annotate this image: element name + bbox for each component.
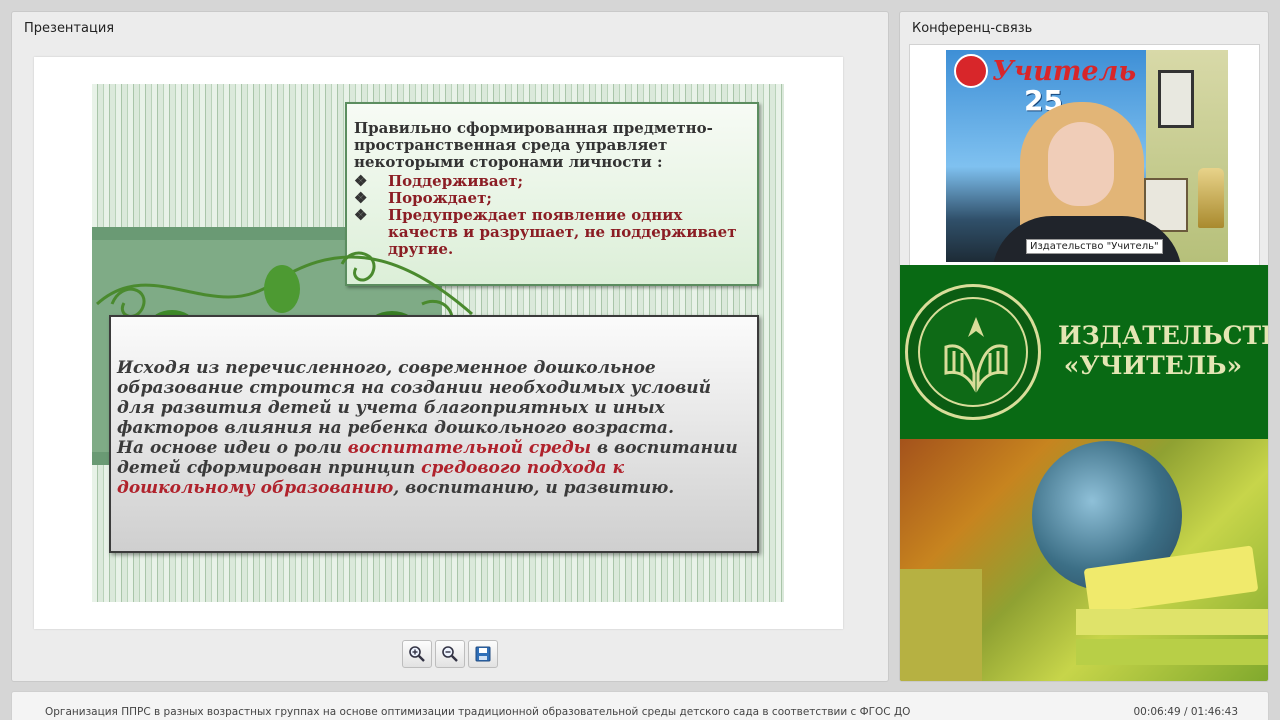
book-stack-left — [900, 569, 982, 681]
webcam-video-frame: Учитель 25 Издательство "Учитель" — [909, 44, 1260, 268]
floppy-save-icon — [475, 646, 491, 662]
publisher-logo-icon — [905, 284, 1041, 420]
publisher-name: ИЗДАТЕЛЬСТВО «УЧИТЕЛЬ» — [1058, 321, 1268, 381]
slide: Правильно сформированная предметно-прост… — [92, 84, 784, 602]
zoom-out-icon — [442, 646, 458, 662]
slide-textbox-bottom: Исходя из перечисленного, современное до… — [109, 315, 759, 553]
slide-bullet-text: Порождает; — [388, 189, 492, 207]
slide-paragraph-1: Исходя из перечисленного, современное до… — [117, 358, 711, 438]
zoom-in-icon — [409, 646, 425, 662]
presentation-panel-title: Презентация — [24, 21, 115, 36]
poster-logo-text: Учитель — [992, 56, 1137, 87]
bullet-diamond-icon: ❖ — [354, 189, 368, 207]
bullet-diamond-icon: ❖ — [354, 172, 368, 190]
speaker-caption: Издательство "Учитель" — [1026, 239, 1163, 254]
slide-intro-text: Правильно сформированная предметно-прост… — [354, 119, 713, 171]
book-stack — [1076, 639, 1268, 665]
webinar-footer: Организация ППРС в разных возрастных гру… — [11, 691, 1269, 720]
speaker-face — [1048, 122, 1114, 206]
conference-panel: Конференц-связь Учитель 25 Издательство … — [899, 11, 1269, 682]
slide-viewport: Правильно сформированная предметно-прост… — [34, 57, 843, 629]
slide-bullet: ❖ Поддерживает; — [354, 173, 749, 190]
open-book-icon — [944, 317, 1008, 393]
slide-bullet: ❖ Порождает; — [354, 190, 749, 207]
books-globe-image — [900, 439, 1268, 681]
slide-toolbar — [402, 640, 498, 668]
slide-bullet-text: Поддерживает; — [388, 172, 523, 190]
wall-certificate — [1158, 70, 1194, 128]
presentation-panel: Презентация Правильно сформированная пре… — [11, 11, 889, 682]
conference-panel-title: Конференц-связь — [912, 21, 1033, 36]
zoom-in-button[interactable] — [402, 640, 432, 668]
slide-paragraph-2-text: На основе идеи о роли — [117, 438, 348, 458]
slide-paragraph-2: На основе идеи о роли воспитательной сре… — [117, 438, 751, 498]
slide-paragraph-2-text: , воспитанию, и развитию. — [393, 478, 675, 498]
slide-highlight-text: воспитательной среды — [347, 438, 592, 458]
publisher-name-line2: «УЧИТЕЛЬ» — [1063, 351, 1243, 380]
publisher-name-line1: ИЗДАТЕЛЬСТВО — [1058, 321, 1268, 350]
webcam-video[interactable]: Учитель 25 Издательство "Учитель" — [946, 50, 1228, 262]
playback-timecode: 00:06:49 / 01:46:43 — [1133, 706, 1238, 718]
save-button[interactable] — [468, 640, 498, 668]
poster-logo-emblem — [954, 54, 988, 88]
webinar-title: Организация ППРС в разных возрастных гру… — [45, 706, 911, 718]
publisher-banner: ИЗДАТЕЛЬСТВО «УЧИТЕЛЬ» — [900, 265, 1268, 439]
book-stack — [1076, 609, 1268, 635]
trophy — [1198, 168, 1224, 228]
zoom-out-button[interactable] — [435, 640, 465, 668]
